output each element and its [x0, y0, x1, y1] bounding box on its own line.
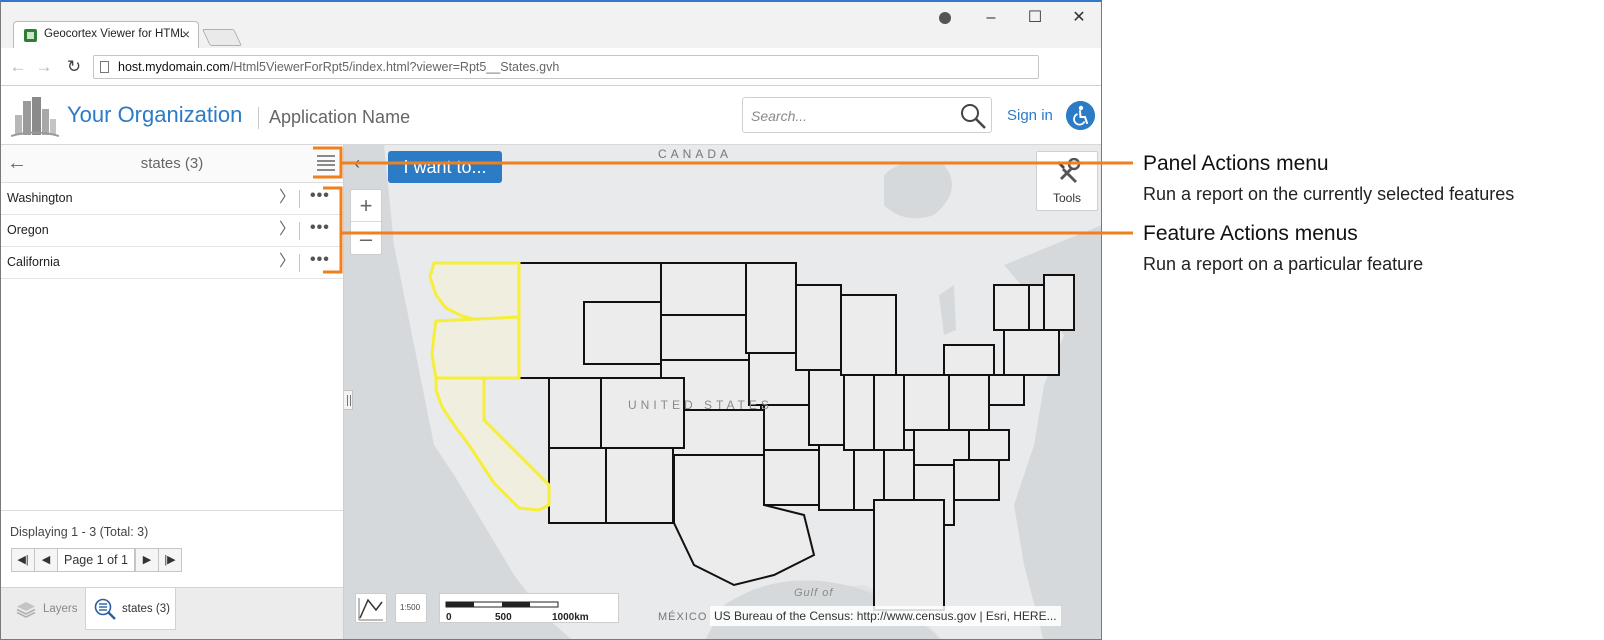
panel-footer: Displaying 1 - 3 (Total: 3) ◀| ◀ Page 1 … [1, 510, 343, 587]
tab-label: Layers [43, 603, 78, 615]
separator [299, 254, 300, 272]
search-icon[interactable] [959, 102, 987, 130]
tab-states[interactable]: states (3) [85, 588, 176, 630]
last-page-icon[interactable]: |▶ [158, 548, 182, 572]
map-view[interactable]: CANADA UNITED STATES Gulf of MÉXICO ‹ I … [344, 145, 1102, 640]
user-profile-icon[interactable] [925, 6, 965, 30]
browser-tab-title: Geocortex Viewer for HTML5 [44, 28, 184, 40]
organization-name[interactable]: Your Organization [67, 102, 242, 128]
collapse-panel-icon[interactable]: ‹ [354, 153, 360, 174]
callout-panel-actions-title: Panel Actions menu [1143, 152, 1329, 175]
feature-actions-menu-icon[interactable]: ••• [310, 219, 330, 237]
app-favicon-icon [24, 29, 37, 42]
tab-label: states (3) [122, 603, 170, 615]
scale-tick: 500 [495, 612, 512, 623]
feature-name: California [7, 255, 60, 269]
tools-icon [1057, 158, 1081, 183]
feature-row[interactable]: Oregon 〉 ••• [1, 215, 343, 247]
search-results-icon [94, 598, 116, 620]
measure-icon [358, 598, 383, 621]
page-label: Page 1 of 1 [57, 548, 135, 572]
maximize-button[interactable]: ☐ [1015, 6, 1055, 30]
close-window-button[interactable]: ✕ [1059, 6, 1099, 30]
scale-tick: 0 [446, 612, 452, 623]
url-text: host.mydomain.com/Html5ViewerForRpt5/ind… [118, 60, 560, 74]
map-attribution: US Bureau of the Census: http://www.cens… [710, 606, 1061, 626]
i-want-to-button[interactable]: I want to... [388, 151, 502, 183]
reload-icon[interactable]: ↻ [63, 56, 85, 78]
scale-value: 1:500 [400, 603, 421, 612]
callout-feature-actions-desc: Run a report on a particular feature [1143, 254, 1424, 274]
tab-strip: Geocortex Viewer for HTML5 × – ☐ ✕ [1, 2, 1101, 48]
new-tab-button[interactable] [202, 29, 242, 46]
map-label-canada: CANADA [658, 147, 733, 161]
search-input[interactable] [751, 106, 951, 126]
feature-actions-menu-icon[interactable]: ••• [310, 251, 330, 269]
map-canvas[interactable] [344, 145, 1102, 640]
feature-row[interactable]: Washington 〉 ••• [1, 183, 343, 215]
back-arrow-icon[interactable]: ← [7, 56, 29, 78]
minimize-button[interactable]: – [971, 6, 1011, 30]
panel-actions-menu-icon[interactable] [317, 155, 335, 173]
close-tab-icon[interactable]: × [182, 26, 190, 42]
sign-in-link[interactable]: Sign in [1007, 107, 1053, 124]
panel-header: ← states (3) [1, 145, 343, 183]
browser-window: Geocortex Viewer for HTML5 × – ☐ ✕ ← → ↻… [0, 0, 1102, 640]
feature-actions-menu-icon[interactable]: ••• [310, 187, 330, 205]
tools-label: Tools [1052, 191, 1081, 205]
scale-bar: 0 500 1000km [439, 593, 619, 623]
scale-input-button[interactable]: 1:500 [395, 593, 427, 623]
separator [299, 222, 300, 240]
panel-tabs: Layers states (3) [1, 587, 343, 639]
browser-tab[interactable]: Geocortex Viewer for HTML5 × [13, 21, 199, 48]
previous-page-icon[interactable]: ◀ [34, 548, 58, 572]
search-box [742, 97, 992, 133]
feature-name: Oregon [7, 223, 49, 237]
map-label-united-states: UNITED STATES [628, 398, 773, 412]
separator [299, 190, 300, 208]
measure-tool-button[interactable] [355, 593, 387, 623]
layers-icon [16, 602, 36, 618]
zoom-out-button[interactable]: – [351, 223, 381, 255]
results-panel: ← states (3) Washington 〉 ••• Oregon 〉 •… [1, 145, 344, 639]
map-label-gulf: Gulf of [794, 587, 834, 599]
map-label-mexico: MÉXICO [658, 611, 708, 623]
scale-tick: 1000km [552, 612, 589, 623]
feature-row[interactable]: California 〉 ••• [1, 247, 343, 279]
scale-bar-graphic [445, 601, 559, 608]
zoom-in-button[interactable]: + [351, 190, 381, 222]
chevron-right-icon[interactable]: 〉 [279, 221, 295, 239]
chevron-right-icon[interactable]: 〉 [279, 189, 295, 207]
chevron-right-icon[interactable]: 〉 [279, 253, 295, 271]
tab-layers[interactable]: Layers [1, 588, 85, 630]
city-buildings-logo-icon [11, 97, 59, 137]
annotated-screenshot: Geocortex Viewer for HTML5 × – ☐ ✕ ← → ↻… [0, 0, 1604, 640]
address-bar: ← → ↻ host.mydomain.com/Html5ViewerForRp… [1, 48, 1101, 86]
application-name: Application Name [269, 107, 411, 127]
panel-resize-handle[interactable] [344, 390, 353, 410]
url-input[interactable]: host.mydomain.com/Html5ViewerForRpt5/ind… [93, 55, 1039, 79]
tools-button[interactable]: Tools [1036, 151, 1098, 211]
page-icon [100, 61, 109, 73]
results-count: Displaying 1 - 3 (Total: 3) [10, 525, 149, 539]
panel-title: states (3) [140, 155, 204, 172]
callout-feature-actions-title: Feature Actions menus [1143, 222, 1358, 245]
feature-name: Washington [7, 191, 73, 205]
header-divider [258, 107, 259, 129]
forward-arrow-icon[interactable]: → [33, 56, 55, 78]
zoom-control: + – [350, 189, 382, 255]
first-page-icon[interactable]: ◀| [11, 548, 35, 572]
accessibility-icon[interactable] [1066, 101, 1095, 130]
callout-panel-actions-desc: Run a report on the currently selected f… [1143, 184, 1515, 204]
app-header: Your Organization Application Name Sign … [1, 87, 1101, 145]
next-page-icon[interactable]: ▶ [135, 548, 159, 572]
